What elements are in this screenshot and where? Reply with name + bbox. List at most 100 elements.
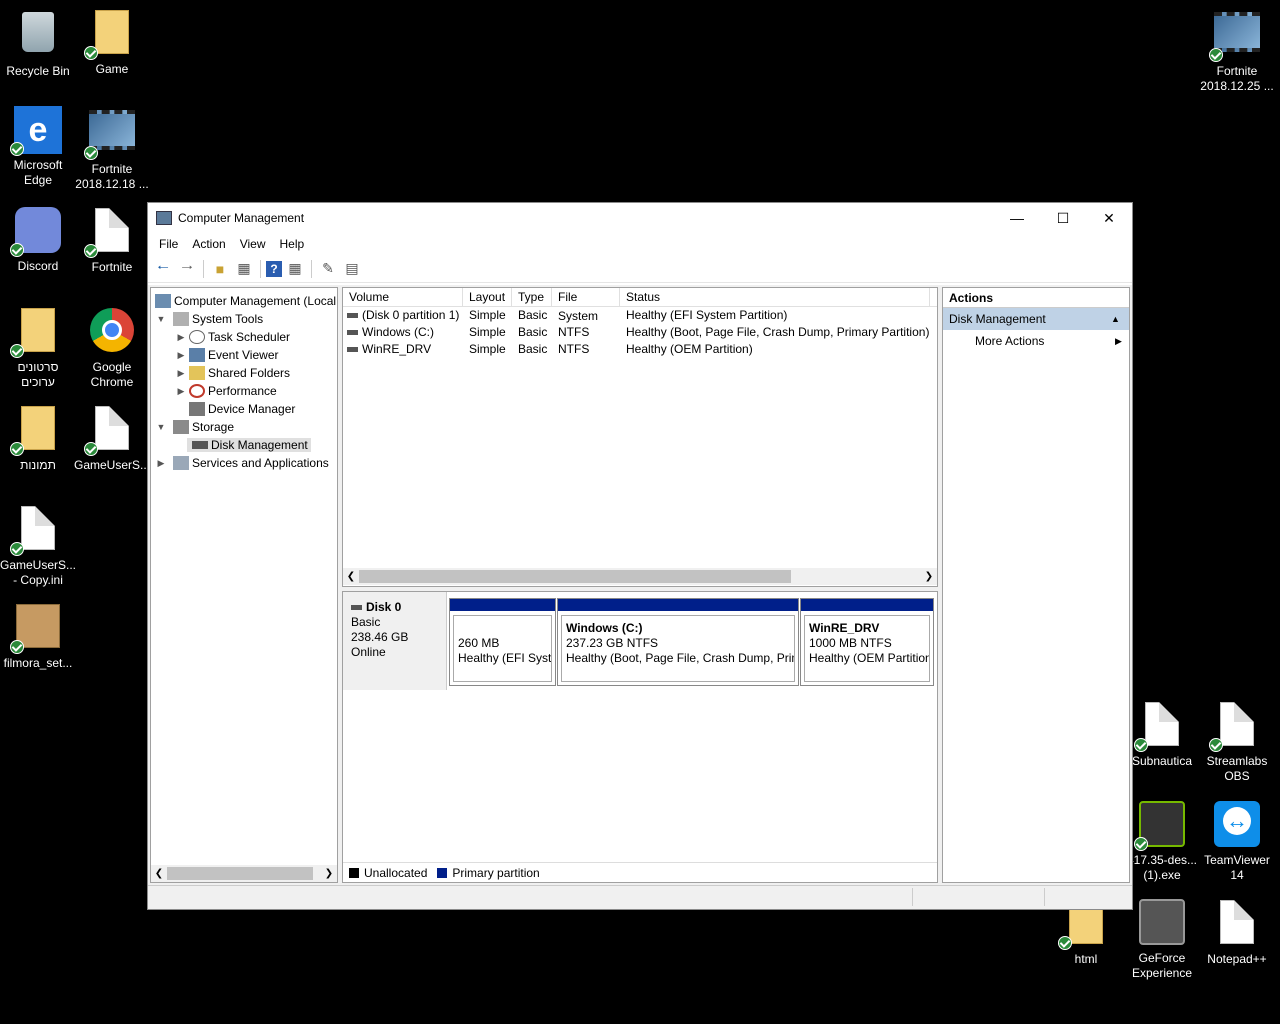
folder-icon <box>21 406 55 450</box>
menu-file[interactable]: File <box>152 237 185 251</box>
properties-icon[interactable]: ▤ <box>341 258 363 280</box>
title-bar[interactable]: Computer Management — ☐ ✕ <box>148 203 1132 233</box>
computer-management-icon <box>155 294 171 308</box>
back-arrow-icon[interactable]: 🠀 <box>152 258 174 280</box>
tree-performance[interactable]: ▶ Performance <box>151 382 337 400</box>
collapse-up-icon[interactable]: ▲ <box>1111 308 1129 330</box>
performance-icon <box>189 384 205 398</box>
clock-icon <box>189 330 205 344</box>
column-volume[interactable]: Volume <box>343 288 463 306</box>
up-folder-icon[interactable]: ■ <box>209 258 231 280</box>
scroll-thumb[interactable] <box>359 570 791 583</box>
actions-section-disk-management[interactable]: Disk Management ▲ <box>943 308 1129 330</box>
more-actions-item[interactable]: More Actions ▶ <box>943 330 1129 352</box>
show-hide-action-pane-icon[interactable]: ▦ <box>284 258 306 280</box>
tree-disk-management[interactable]: Disk Management <box>151 436 337 454</box>
volume-list-horizontal-scrollbar[interactable]: ❮ ❯ <box>343 568 937 585</box>
video-icon <box>1214 12 1260 52</box>
scroll-thumb[interactable] <box>167 867 313 880</box>
arrow-right-icon: ▶ <box>1115 336 1122 346</box>
chevron-right-icon[interactable]: ▶ <box>175 332 187 343</box>
desktop-icon-subnautica[interactable]: Subnautica <box>1124 700 1200 769</box>
event-viewer-icon <box>189 348 205 362</box>
toolbar: 🠀 🠂 ■ ▦ ? ▦ ✎ ▤ <box>148 255 1132 283</box>
tree-task-scheduler[interactable]: ▶ Task Scheduler <box>151 328 337 346</box>
desktop-icon-chrome[interactable]: Google Chrome <box>74 306 150 390</box>
scroll-right-icon[interactable]: ❯ <box>321 868 337 879</box>
tree-event-viewer[interactable]: ▶ Event Viewer <box>151 346 337 364</box>
folder-icon <box>21 308 55 352</box>
video-icon <box>89 110 135 150</box>
tree-services-applications[interactable]: ▶ Services and Applications <box>151 454 337 472</box>
desktop-icon-game[interactable]: Game <box>74 8 150 77</box>
disk-management-pane: Volume Layout Type File System Status (D… <box>342 287 938 883</box>
chrome-icon <box>90 308 134 352</box>
rescan-icon[interactable]: ✎ <box>317 258 339 280</box>
maximize-button[interactable]: ☐ <box>1040 203 1086 233</box>
desktop-icon-gameusersettings[interactable]: GameUserS... <box>74 404 150 473</box>
desktop-icon-streamlabs[interactable]: Streamlabs OBS <box>1199 700 1275 784</box>
tree-storage[interactable]: ▼ Storage <box>151 418 337 436</box>
desktop-icon-geforce[interactable]: GeForce Experience <box>1124 898 1200 981</box>
teamviewer-icon <box>1214 801 1260 847</box>
desktop-icon-fortnite-video-2[interactable]: Fortnite 2018.12.25 ... <box>1199 8 1275 94</box>
desktop-icon-filmora-setup[interactable]: filmora_set... <box>0 602 76 671</box>
drive-icon <box>347 347 358 353</box>
geforce-icon <box>1139 899 1185 945</box>
chevron-right-icon[interactable]: ▶ <box>175 386 187 397</box>
desktop-icon-fortnite[interactable]: Fortnite <box>74 206 150 275</box>
desktop-icon-gameusersettings-copy[interactable]: GameUserS... - Copy.ini <box>0 504 76 588</box>
tree-system-tools[interactable]: ▼ System Tools <box>151 310 337 328</box>
forward-arrow-icon[interactable]: 🠂 <box>176 258 198 280</box>
menu-action[interactable]: Action <box>185 237 232 251</box>
disk-0-info[interactable]: Disk 0 Basic 238.46 GB Online <box>343 592 447 690</box>
volume-list-header: Volume Layout Type File System Status <box>343 288 937 323</box>
drive-icon <box>347 330 358 336</box>
scroll-left-icon[interactable]: ❮ <box>151 868 167 879</box>
device-manager-icon <box>189 402 205 416</box>
installer-icon <box>16 604 60 648</box>
table-row[interactable]: Windows (C:) Simple Basic NTFS Healthy (… <box>343 324 937 341</box>
table-row[interactable]: WinRE_DRV Simple Basic NTFS Healthy (OEM… <box>343 341 937 358</box>
shared-folder-icon <box>189 366 205 380</box>
chevron-right-icon[interactable]: ▶ <box>175 350 187 361</box>
scroll-left-icon[interactable]: ❮ <box>343 571 359 582</box>
desktop-icon-edge[interactable]: e Microsoft Edge <box>0 106 76 188</box>
tree-computer-management[interactable]: Computer Management (Local <box>151 292 337 310</box>
column-layout[interactable]: Layout <box>463 288 512 306</box>
menu-bar: File Action View Help <box>148 233 1132 255</box>
drive-icon <box>347 313 358 319</box>
partition-efi[interactable]: 260 MB Healthy (EFI Syste <box>449 598 556 686</box>
tree-shared-folders[interactable]: ▶ Shared Folders <box>151 364 337 382</box>
desktop-icon-pictures[interactable]: תמונות <box>0 404 76 473</box>
minimize-button[interactable]: — <box>994 203 1040 233</box>
desktop-icon-discord[interactable]: Discord <box>0 206 76 274</box>
chevron-down-icon[interactable]: ▼ <box>155 422 167 432</box>
menu-view[interactable]: View <box>233 237 273 251</box>
scroll-right-icon[interactable]: ❯ <box>921 571 937 582</box>
computer-management-icon <box>156 211 172 225</box>
desktop-icon-recycle-bin[interactable]: Recycle Bin <box>0 8 76 79</box>
desktop-icon-notepad[interactable]: Notepad++ <box>1199 898 1275 967</box>
help-icon[interactable]: ? <box>266 260 282 277</box>
close-button[interactable]: ✕ <box>1086 203 1132 233</box>
chevron-right-icon[interactable]: ▶ <box>155 458 167 469</box>
partition-winre[interactable]: WinRE_DRV 1000 MB NTFS Healthy (OEM Part… <box>800 598 934 686</box>
chevron-down-icon[interactable]: ▼ <box>155 314 167 324</box>
desktop-icon-fortnite-video-1[interactable]: Fortnite 2018.12.18 ... <box>74 106 150 192</box>
column-type[interactable]: Type <box>512 288 552 306</box>
tree-device-manager[interactable]: Device Manager <box>151 400 337 418</box>
chevron-right-icon[interactable]: ▶ <box>175 368 187 379</box>
tree-horizontal-scrollbar[interactable]: ❮ ❯ <box>151 865 337 882</box>
show-hide-tree-icon[interactable]: ▦ <box>233 258 255 280</box>
unallocated-swatch <box>349 867 359 878</box>
column-file-system[interactable]: File System <box>552 288 620 323</box>
partition-windows-c[interactable]: Windows (C:) 237.23 GB NTFS Healthy (Boo… <box>557 598 799 686</box>
table-row[interactable]: (Disk 0 partition 1) Simple Basic Health… <box>343 307 937 324</box>
recycle-bin-icon <box>22 12 54 52</box>
desktop-icon-edited-videos[interactable]: סרטונים ערוכים <box>0 306 76 390</box>
desktop-icon-teamviewer[interactable]: TeamViewer 14 <box>1199 800 1275 883</box>
desktop-icon-nvidia-driver[interactable]: 417.35-des... (1).exe <box>1124 800 1200 883</box>
column-status[interactable]: Status <box>620 288 930 306</box>
menu-help[interactable]: Help <box>273 237 312 251</box>
